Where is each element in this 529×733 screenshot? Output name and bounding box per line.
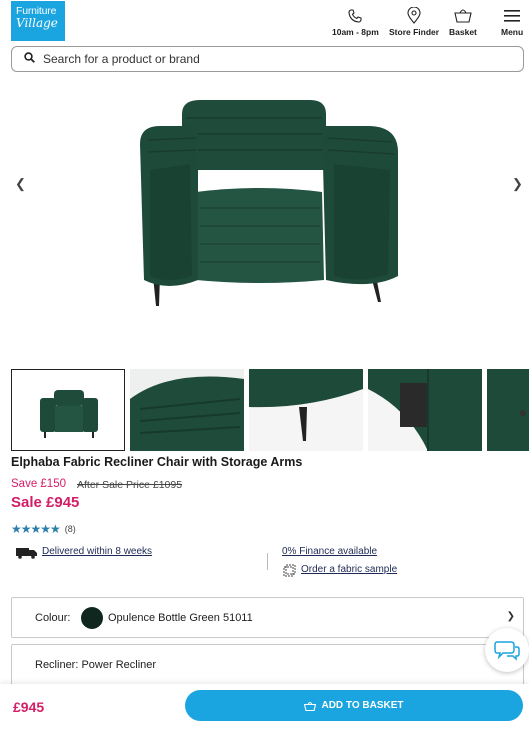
store-finder-link[interactable]: Store Finder [389, 7, 439, 37]
brand-logo[interactable]: Furniture Village [11, 1, 65, 41]
product-rating[interactable]: ★★★★★ (8) [11, 522, 76, 536]
fabric-sample-link[interactable]: Order a fabric sample [301, 564, 397, 575]
thumbnail-5[interactable] [487, 369, 529, 451]
colour-label: Colour: [35, 612, 71, 624]
chevron-right-icon: ❯ [506, 611, 515, 622]
phone-icon [347, 7, 363, 24]
rating-stars: ★★★★★ [11, 522, 61, 536]
sale-price: Sale £945 [11, 494, 80, 511]
thumbnail-4[interactable] [368, 369, 482, 451]
add-to-basket-label: ADD TO BASKET [321, 700, 404, 711]
colour-selector[interactable]: Colour: Opulence Bottle Green 51011 ❯ [11, 597, 524, 638]
colour-swatch [81, 607, 103, 629]
chat-icon [494, 639, 520, 666]
hamburger-icon [504, 7, 521, 24]
thumbnail-2[interactable] [130, 369, 244, 451]
map-pin-icon [407, 7, 421, 24]
recliner-selector[interactable]: Recliner: Power Recliner [11, 644, 524, 688]
delivery-truck-icon [16, 546, 38, 564]
search-input[interactable]: Search for a product or brand [11, 46, 524, 72]
basket-bar-price: £945 [13, 699, 45, 715]
next-image-arrow[interactable]: ❯ [512, 176, 523, 192]
opening-hours-link[interactable]: 10am - 8pm [332, 7, 379, 37]
recliner-label: Recliner: Power Recliner [35, 659, 157, 671]
search-icon [24, 50, 35, 68]
chat-button[interactable] [485, 628, 529, 672]
prev-image-arrow[interactable]: ❮ [15, 176, 26, 192]
after-sale-price: After Sale Price £1095 [77, 479, 183, 491]
add-to-basket-button[interactable]: ADD TO BASKET [185, 690, 523, 721]
delivery-info-link[interactable]: Delivered within 8 weeks [42, 546, 152, 557]
sticky-basket-bar: £945 ADD TO BASKET [0, 684, 529, 733]
colour-value: Opulence Bottle Green 51011 [108, 612, 253, 624]
product-main-image[interactable] [0, 80, 529, 360]
site-header: Furniture Village 10am - 8pm Store Finde… [0, 0, 529, 44]
rating-count: (8) [64, 524, 76, 534]
thumbnail-3[interactable] [249, 369, 363, 451]
finance-link[interactable]: 0% Finance available [282, 546, 377, 557]
search-placeholder: Search for a product or brand [43, 52, 200, 66]
basket-link[interactable]: Basket [449, 7, 477, 37]
save-amount: Save £150 [11, 478, 66, 490]
basket-icon [304, 701, 317, 711]
menu-button[interactable]: Menu [501, 7, 523, 37]
product-title: Elphaba Fabric Recliner Chair with Stora… [11, 455, 303, 469]
basket-icon [454, 7, 472, 24]
fabric-sample-icon [283, 564, 296, 582]
thumbnail-1[interactable] [11, 369, 125, 451]
divider [267, 553, 268, 570]
thumbnail-strip [11, 369, 529, 451]
